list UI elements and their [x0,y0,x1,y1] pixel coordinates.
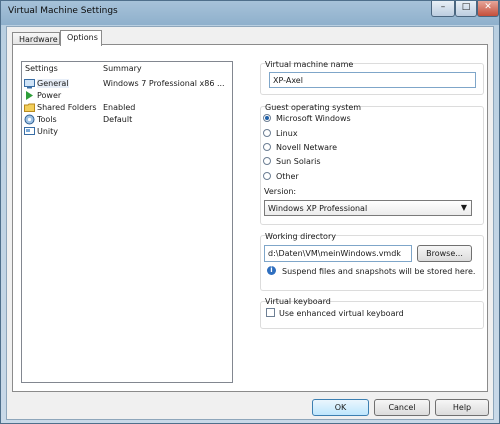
summary-column-header[interactable]: Summary [103,64,142,73]
chevron-down-icon: ▼ [460,203,467,212]
radio-other[interactable]: Other [263,171,433,182]
minimize-icon: – [440,2,446,12]
radio-button[interactable] [263,157,271,165]
list-item-summary: Windows 7 Professional x86 ... [103,79,225,88]
version-value: Windows XP Professional [268,204,368,213]
close-button[interactable]: ✕ [477,1,499,17]
list-item-tools[interactable]: Tools Default [24,114,224,126]
settings-column-header[interactable]: Settings [25,64,58,73]
list-item-general[interactable]: General Windows 7 Professional x86 ... [24,78,225,90]
window-title: Virtual Machine Settings [8,6,118,16]
list-item-power[interactable]: Power [24,90,224,102]
enhanced-keyboard-checkbox[interactable] [266,308,275,317]
list-item-name: Unity [37,127,59,136]
radio-button[interactable] [263,114,271,122]
radio-label: Novell Netware [276,143,338,152]
tab-options[interactable]: Options [60,30,102,46]
version-dropdown[interactable]: Windows XP Professional ▼ [264,200,472,216]
title-bar[interactable]: Virtual Machine Settings – □ ✕ [1,1,499,23]
working-directory-input[interactable]: d:\Daten\VM\meinWindows.vmdk [264,245,412,262]
version-label: Version: [264,187,297,196]
radio-microsoft-windows[interactable]: Microsoft Windows [263,113,433,124]
list-item-name: Shared Folders [37,103,97,112]
radio-label: Sun Solaris [276,157,321,166]
settings-window: Virtual Machine Settings – □ ✕ Hardware … [0,0,500,424]
browse-button[interactable]: Browse... [417,245,472,262]
close-icon: ✕ [484,2,492,12]
working-directory-group [260,235,484,291]
cancel-button[interactable]: Cancel [374,399,430,416]
tools-icon [24,114,35,125]
maximize-button[interactable]: □ [455,1,477,17]
radio-button[interactable] [263,172,271,180]
guest-os-label: Guest operating system [265,103,362,112]
options-panel: Settings Summary General Windows 7 Profe… [12,44,488,392]
working-directory-info: Suspend files and snapshots will be stor… [282,267,476,276]
shared-folders-icon [24,103,35,112]
radio-button[interactable] [263,143,271,151]
enhanced-keyboard-label: Use enhanced virtual keyboard [279,309,404,318]
list-item-shared-folders[interactable]: Shared Folders Enabled [24,102,224,114]
radio-sun-solaris[interactable]: Sun Solaris [263,156,433,167]
info-icon: i [267,266,276,275]
general-icon [24,79,35,89]
working-directory-label: Working directory [265,232,336,241]
radio-label: Other [276,172,299,181]
settings-list[interactable]: Settings Summary General Windows 7 Profe… [21,61,233,383]
vm-name-label: Virtual machine name [265,60,354,69]
ok-button[interactable]: OK [312,399,369,416]
vm-name-input[interactable]: XP-Axel [269,72,476,88]
list-item-name: Power [37,91,62,100]
list-item-name: General [37,79,69,88]
maximize-icon: □ [461,2,471,12]
virtual-keyboard-label: Virtual keyboard [265,297,331,306]
minimize-button[interactable]: – [431,1,455,17]
radio-label: Linux [276,129,298,138]
power-icon [26,91,33,100]
radio-button[interactable] [263,129,271,137]
list-item-name: Tools [37,115,57,124]
list-item-unity[interactable]: Unity [24,126,224,138]
list-item-summary: Default [103,115,133,124]
unity-icon [24,127,35,135]
radio-linux[interactable]: Linux [263,128,433,139]
radio-label: Microsoft Windows [276,114,351,123]
list-item-summary: Enabled [103,103,136,112]
dialog-body: Hardware Options Settings Summary Genera… [6,26,494,420]
radio-novell-netware[interactable]: Novell Netware [263,142,433,153]
help-button[interactable]: Help [435,399,489,416]
